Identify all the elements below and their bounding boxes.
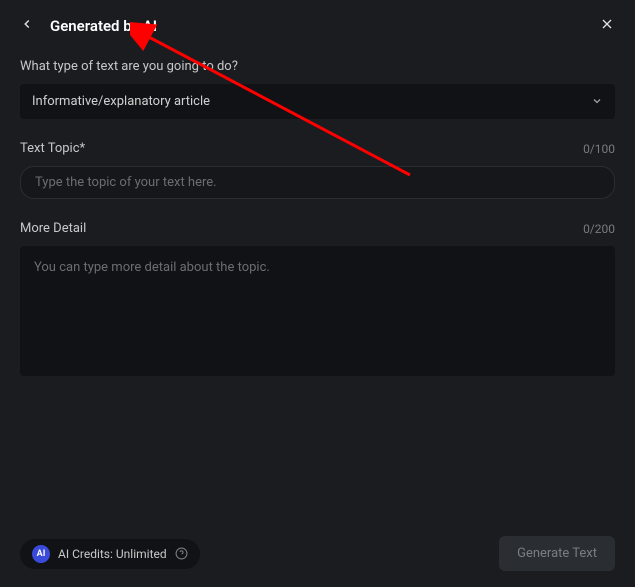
text-type-value: Informative/explanatory article	[32, 94, 210, 109]
text-type-label: What type of text are you going to do?	[20, 59, 615, 74]
more-detail-input[interactable]	[20, 246, 615, 376]
text-topic-count: 0/100	[583, 142, 615, 156]
more-detail-count: 0/200	[583, 222, 615, 236]
text-topic-input[interactable]	[20, 166, 615, 199]
text-topic-field: Text Topic* 0/100	[20, 141, 615, 199]
generate-text-button[interactable]: Generate Text	[499, 536, 615, 571]
text-type-field: What type of text are you going to do? I…	[20, 59, 615, 119]
info-icon[interactable]	[175, 547, 188, 560]
text-type-select[interactable]: Informative/explanatory article	[20, 84, 615, 119]
more-detail-label: More Detail	[20, 221, 86, 236]
credits-text: AI Credits: Unlimited	[58, 547, 167, 561]
header-left: Generated by AI	[16, 13, 157, 38]
back-button[interactable]	[16, 13, 38, 38]
chevron-down-icon	[591, 92, 603, 111]
chevron-left-icon	[20, 17, 34, 34]
more-detail-field: More Detail 0/200	[20, 221, 615, 380]
page-title: Generated by AI	[50, 17, 157, 35]
close-icon	[599, 16, 615, 35]
text-topic-label-row: Text Topic* 0/100	[20, 141, 615, 156]
content: What type of text are you going to do? I…	[0, 51, 635, 380]
footer: AI AI Credits: Unlimited Generate Text	[20, 536, 615, 571]
close-button[interactable]	[595, 12, 619, 39]
ai-badge-icon: AI	[32, 545, 50, 563]
header: Generated by AI	[0, 0, 635, 51]
text-topic-label: Text Topic*	[20, 141, 85, 156]
credits-pill[interactable]: AI AI Credits: Unlimited	[20, 539, 200, 569]
more-detail-label-row: More Detail 0/200	[20, 221, 615, 236]
